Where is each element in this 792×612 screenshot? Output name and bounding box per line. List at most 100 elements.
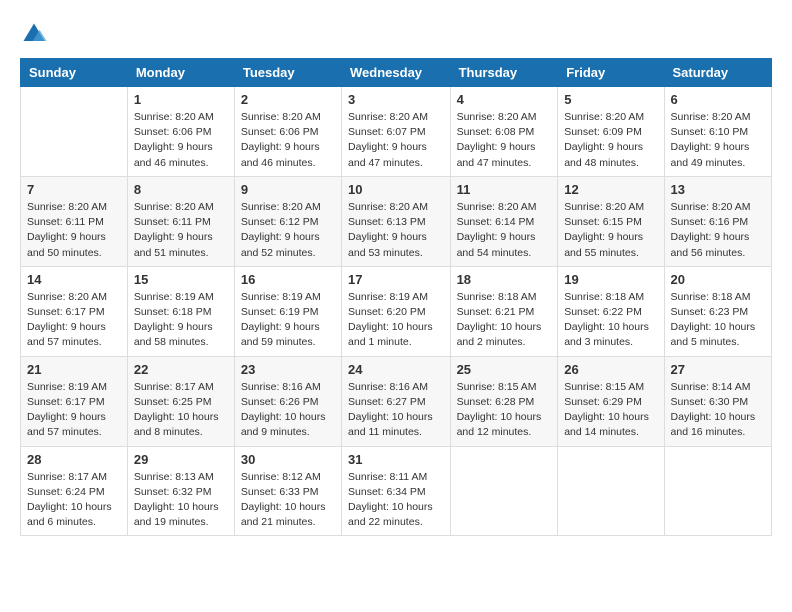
calendar-cell: 15 Sunrise: 8:19 AMSunset: 6:18 PMDayligh… (127, 266, 234, 356)
day-number: 23 (241, 362, 335, 377)
day-info: Sunrise: 8:20 AMSunset: 6:07 PMDaylight:… (348, 110, 444, 171)
day-number: 25 (457, 362, 552, 377)
day-number: 31 (348, 452, 444, 467)
day-info: Sunrise: 8:20 AMSunset: 6:16 PMDaylight:… (671, 200, 765, 261)
day-number: 22 (134, 362, 228, 377)
day-info: Sunrise: 8:19 AMSunset: 6:17 PMDaylight:… (27, 380, 121, 441)
col-thursday: Thursday (450, 59, 558, 87)
day-info: Sunrise: 8:20 AMSunset: 6:10 PMDaylight:… (671, 110, 765, 171)
calendar-cell: 17Sunrise: 8:19 AMSunset: 6:20 PMDayligh… (342, 266, 451, 356)
day-number: 6 (671, 92, 765, 107)
day-info: Sunrise: 8:13 AMSunset: 6:32 PMDaylight:… (134, 470, 228, 531)
calendar-cell: 16Sunrise: 8:19 AMSunset: 6:19 PMDayligh… (234, 266, 341, 356)
day-number: 5 (564, 92, 657, 107)
calendar-cell: 7Sunrise: 8:20 AMSunset: 6:11 PMDaylight… (21, 176, 128, 266)
day-info: Sunrise: 8:16 AMSunset: 6:27 PMDaylight:… (348, 380, 444, 441)
day-info: Sunrise: 8:12 AMSunset: 6:33 PMDaylight:… (241, 470, 335, 531)
day-number: 15 (134, 272, 228, 287)
day-info: Sunrise: 8:20 AMSunset: 6:11 PMDaylight:… (134, 200, 228, 261)
day-number: 2 (241, 92, 335, 107)
calendar-week-row: 7Sunrise: 8:20 AMSunset: 6:11 PMDaylight… (21, 176, 772, 266)
calendar-cell: 27 Sunrise: 8:14 AMSunset: 6:30 PMDayligh… (664, 356, 771, 446)
calendar-cell: 26 Sunrise: 8:15 AMSunset: 6:29 PMDayligh… (558, 356, 664, 446)
calendar-cell: 14 Sunrise: 8:20 AMSunset: 6:17 PMDayligh… (21, 266, 128, 356)
day-number: 30 (241, 452, 335, 467)
calendar-cell: 9Sunrise: 8:20 AMSunset: 6:12 PMDaylight… (234, 176, 341, 266)
col-friday: Friday (558, 59, 664, 87)
day-number: 4 (457, 92, 552, 107)
calendar-cell (450, 446, 558, 536)
calendar-cell: 22Sunrise: 8:17 AMSunset: 6:25 PMDayligh… (127, 356, 234, 446)
day-number: 27 (671, 362, 765, 377)
calendar-cell (21, 87, 128, 177)
calendar-cell: 24 Sunrise: 8:16 AMSunset: 6:27 PMDayligh… (342, 356, 451, 446)
day-info: Sunrise: 8:20 AMSunset: 6:06 PMDaylight:… (241, 110, 335, 171)
day-info: Sunrise: 8:15 AMSunset: 6:29 PMDaylight:… (564, 380, 657, 441)
calendar-cell: 13 Sunrise: 8:20 AMSunset: 6:16 PMDayligh… (664, 176, 771, 266)
day-number: 29 (134, 452, 228, 467)
day-number: 9 (241, 182, 335, 197)
day-number: 14 (27, 272, 121, 287)
calendar-week-row: 21 Sunrise: 8:19 AMSunset: 6:17 PMDayligh… (21, 356, 772, 446)
calendar-cell: 29 Sunrise: 8:13 AMSunset: 6:32 PMDayligh… (127, 446, 234, 536)
page-header (20, 20, 772, 48)
calendar-cell: 4Sunrise: 8:20 AMSunset: 6:08 PMDaylight… (450, 87, 558, 177)
col-tuesday: Tuesday (234, 59, 341, 87)
calendar-cell: 28 Sunrise: 8:17 AMSunset: 6:24 PMDayligh… (21, 446, 128, 536)
day-info: Sunrise: 8:20 AMSunset: 6:11 PMDaylight:… (27, 200, 121, 261)
logo-icon (20, 20, 48, 48)
calendar-cell: 19 Sunrise: 8:18 AMSunset: 6:22 PMDayligh… (558, 266, 664, 356)
day-info: Sunrise: 8:20 AMSunset: 6:17 PMDaylight:… (27, 290, 121, 351)
day-info: Sunrise: 8:20 AMSunset: 6:15 PMDaylight:… (564, 200, 657, 261)
day-number: 20 (671, 272, 765, 287)
calendar-week-row: 28 Sunrise: 8:17 AMSunset: 6:24 PMDayligh… (21, 446, 772, 536)
day-info: Sunrise: 8:20 AMSunset: 6:13 PMDaylight:… (348, 200, 444, 261)
day-info: Sunrise: 8:19 AMSunset: 6:18 PMDaylight:… (134, 290, 228, 351)
day-number: 11 (457, 182, 552, 197)
col-monday: Monday (127, 59, 234, 87)
day-number: 18 (457, 272, 552, 287)
day-number: 28 (27, 452, 121, 467)
day-info: Sunrise: 8:18 AMSunset: 6:22 PMDaylight:… (564, 290, 657, 351)
day-number: 17 (348, 272, 444, 287)
calendar-cell: 8Sunrise: 8:20 AMSunset: 6:11 PMDaylight… (127, 176, 234, 266)
calendar-cell: 2 Sunrise: 8:20 AMSunset: 6:06 PMDaylight… (234, 87, 341, 177)
calendar-cell: 23 Sunrise: 8:16 AMSunset: 6:26 PMDayligh… (234, 356, 341, 446)
day-number: 21 (27, 362, 121, 377)
day-number: 26 (564, 362, 657, 377)
day-info: Sunrise: 8:11 AMSunset: 6:34 PMDaylight:… (348, 470, 444, 531)
day-info: Sunrise: 8:16 AMSunset: 6:26 PMDaylight:… (241, 380, 335, 441)
calendar-week-row: 1 Sunrise: 8:20 AMSunset: 6:06 PMDaylight… (21, 87, 772, 177)
col-saturday: Saturday (664, 59, 771, 87)
day-info: Sunrise: 8:18 AMSunset: 6:21 PMDaylight:… (457, 290, 552, 351)
day-info: Sunrise: 8:14 AMSunset: 6:30 PMDaylight:… (671, 380, 765, 441)
day-number: 1 (134, 92, 228, 107)
day-info: Sunrise: 8:20 AMSunset: 6:14 PMDaylight:… (457, 200, 552, 261)
day-info: Sunrise: 8:17 AMSunset: 6:24 PMDaylight:… (27, 470, 121, 531)
day-number: 19 (564, 272, 657, 287)
calendar-cell: 30 Sunrise: 8:12 AMSunset: 6:33 PMDayligh… (234, 446, 341, 536)
calendar-cell: 6 Sunrise: 8:20 AMSunset: 6:10 PMDaylight… (664, 87, 771, 177)
calendar-week-row: 14 Sunrise: 8:20 AMSunset: 6:17 PMDayligh… (21, 266, 772, 356)
day-info: Sunrise: 8:20 AMSunset: 6:09 PMDaylight:… (564, 110, 657, 171)
day-number: 24 (348, 362, 444, 377)
day-info: Sunrise: 8:18 AMSunset: 6:23 PMDaylight:… (671, 290, 765, 351)
col-wednesday: Wednesday (342, 59, 451, 87)
day-info: Sunrise: 8:20 AMSunset: 6:06 PMDaylight:… (134, 110, 228, 171)
calendar-cell: 1 Sunrise: 8:20 AMSunset: 6:06 PMDaylight… (127, 87, 234, 177)
calendar-cell: 12 Sunrise: 8:20 AMSunset: 6:15 PMDayligh… (558, 176, 664, 266)
calendar-cell: 31 Sunrise: 8:11 AMSunset: 6:34 PMDayligh… (342, 446, 451, 536)
calendar-cell: 10 Sunrise: 8:20 AMSunset: 6:13 PMDayligh… (342, 176, 451, 266)
logo (20, 20, 52, 48)
day-number: 10 (348, 182, 444, 197)
day-number: 13 (671, 182, 765, 197)
day-number: 12 (564, 182, 657, 197)
calendar-cell: 20 Sunrise: 8:18 AMSunset: 6:23 PMDayligh… (664, 266, 771, 356)
day-number: 3 (348, 92, 444, 107)
day-info: Sunrise: 8:15 AMSunset: 6:28 PMDaylight:… (457, 380, 552, 441)
calendar-cell: 25 Sunrise: 8:15 AMSunset: 6:28 PMDayligh… (450, 356, 558, 446)
calendar-cell: 3 Sunrise: 8:20 AMSunset: 6:07 PMDaylight… (342, 87, 451, 177)
calendar-cell (664, 446, 771, 536)
calendar-cell: 21 Sunrise: 8:19 AMSunset: 6:17 PMDayligh… (21, 356, 128, 446)
calendar-header-row: Sunday Monday Tuesday Wednesday Thursday… (21, 59, 772, 87)
